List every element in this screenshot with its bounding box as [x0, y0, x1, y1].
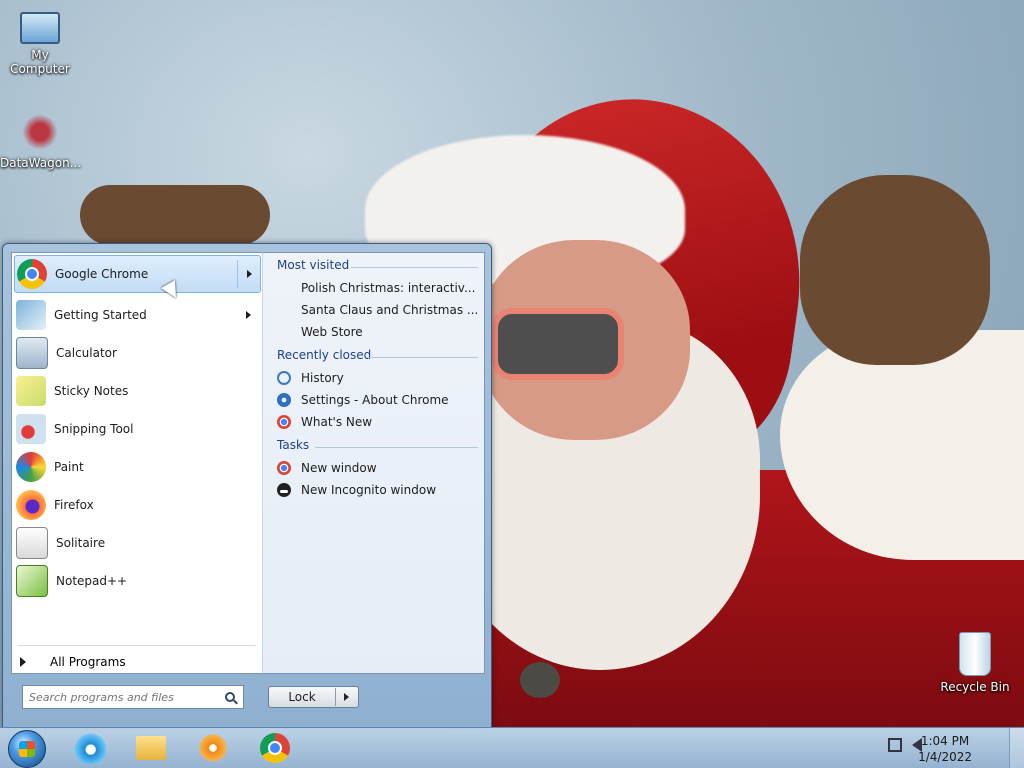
program-notepadpp[interactable]: Notepad++	[14, 563, 259, 599]
jumplist-item-label: What's New	[301, 415, 373, 429]
snipping-tool-icon	[16, 414, 46, 444]
program-sticky-notes[interactable]: Sticky Notes	[14, 373, 259, 409]
submenu-arrow-icon[interactable]	[246, 311, 251, 319]
jumplist-heading-tasks: Tasks	[277, 438, 310, 452]
jumplist-item-label: New window	[301, 461, 377, 475]
desktop-icon-datawagon[interactable]: DataWagon...	[0, 112, 82, 170]
gear-icon	[277, 393, 291, 407]
program-snipping-tool[interactable]: Snipping Tool	[14, 411, 259, 447]
all-programs-divider	[18, 645, 256, 646]
program-label: Calculator	[56, 346, 117, 360]
desktop-icon-my-computer[interactable]: My Computer	[0, 6, 80, 76]
lock-button[interactable]: Lock	[268, 686, 359, 708]
calculator-icon	[16, 337, 48, 369]
chrome-jumplist: Most visited Polish Christmas: interacti…	[262, 252, 485, 674]
desktop-icon-recycle-bin[interactable]: Recycle Bin	[935, 632, 1015, 694]
program-label: Paint	[54, 460, 84, 474]
wallpaper-glove-left	[80, 185, 270, 245]
internet-explorer-icon[interactable]	[72, 732, 106, 764]
jumplist-heading-most-visited: Most visited	[277, 258, 350, 272]
recycle-bin-icon	[959, 632, 991, 676]
heading-divider	[351, 267, 478, 268]
history-icon	[277, 371, 291, 385]
lock-button-label: Lock	[288, 690, 316, 704]
clock-time: 1:04 PM	[920, 734, 970, 748]
expand-arrow-icon	[20, 657, 26, 667]
jumplist-item-settings[interactable]: Settings - About Chrome	[277, 390, 449, 410]
program-calculator[interactable]: Calculator	[14, 335, 259, 371]
chrome-icon	[277, 415, 291, 429]
search-icon[interactable]	[225, 692, 235, 702]
taskbar: 1:04 PM 1/4/2022	[0, 727, 1024, 768]
clock-date: 1/4/2022	[918, 750, 972, 764]
chrome-taskbar-icon[interactable]	[260, 733, 290, 763]
jumplist-item-label: Settings - About Chrome	[301, 393, 449, 407]
chrome-icon	[277, 461, 291, 475]
all-programs-label: All Programs	[50, 655, 126, 669]
program-getting-started[interactable]: Getting Started	[14, 297, 259, 333]
program-label: Solitaire	[56, 536, 106, 550]
datawagon-icon	[20, 112, 60, 152]
heading-divider	[367, 357, 478, 358]
program-paint[interactable]: Paint	[14, 449, 259, 485]
system-clock[interactable]: 1:04 PM 1/4/2022	[918, 733, 972, 765]
program-label: Snipping Tool	[54, 422, 134, 436]
lock-button-divider	[335, 688, 336, 706]
submenu-divider	[237, 260, 238, 288]
start-search-box[interactable]	[22, 685, 244, 709]
program-label: Sticky Notes	[54, 384, 129, 398]
jumplist-item[interactable]: Web Store	[301, 322, 363, 342]
program-firefox[interactable]: Firefox	[14, 487, 259, 523]
jumplist-item-whats-new[interactable]: What's New	[277, 412, 372, 432]
start-menu-programs-pane: Google Chrome Getting Started Calculator…	[11, 252, 262, 674]
paint-icon	[16, 452, 46, 482]
solitaire-icon	[16, 527, 48, 559]
desktop-icon-label: Recycle Bin	[940, 680, 1010, 694]
jumplist-item-label: History	[301, 371, 344, 385]
search-input[interactable]	[23, 688, 225, 706]
jumplist-heading-recently-closed: Recently closed	[277, 348, 372, 362]
jumplist-item[interactable]: Polish Christmas: interactiv...	[301, 278, 475, 298]
all-programs-button[interactable]: All Programs	[20, 651, 126, 673]
desktop-icon-label: DataWagon...	[0, 156, 82, 170]
jumplist-item[interactable]: Santa Claus and Christmas ...	[301, 300, 478, 320]
sticky-notes-icon	[16, 376, 46, 406]
chrome-icon	[17, 259, 47, 289]
wallpaper-coat-button	[520, 662, 560, 698]
submenu-arrow-icon[interactable]	[247, 270, 252, 278]
program-solitaire[interactable]: Solitaire	[14, 525, 259, 561]
folder-icon[interactable]	[136, 736, 166, 760]
computer-icon	[20, 12, 60, 44]
start-button[interactable]	[8, 730, 46, 768]
jumplist-item-new-window[interactable]: New window	[277, 458, 377, 478]
program-label: Getting Started	[54, 308, 147, 322]
wallpaper-sunglasses	[492, 308, 624, 380]
notepadpp-icon	[16, 565, 48, 597]
program-label: Firefox	[54, 498, 94, 512]
show-desktop-button[interactable]	[1009, 728, 1024, 768]
network-icon[interactable]	[888, 738, 902, 752]
desktop-icon-label: My Computer	[10, 48, 70, 76]
jumplist-item-label: New Incognito window	[301, 483, 437, 497]
incognito-icon	[277, 483, 291, 497]
heading-divider	[315, 447, 478, 448]
media-player-icon[interactable]	[196, 732, 230, 764]
program-label: Notepad++	[56, 574, 128, 588]
jumplist-item-history[interactable]: History	[277, 368, 344, 388]
notification-area	[888, 738, 922, 752]
getting-started-icon	[16, 300, 46, 330]
power-options-arrow-icon[interactable]	[344, 693, 349, 701]
jumplist-item-new-incognito[interactable]: New Incognito window	[277, 480, 436, 500]
wallpaper-glove-right	[800, 175, 990, 365]
program-label: Google Chrome	[55, 267, 149, 281]
program-google-chrome[interactable]: Google Chrome	[14, 255, 261, 293]
firefox-icon	[16, 490, 46, 520]
start-menu: Google Chrome Getting Started Calculator…	[2, 243, 492, 729]
